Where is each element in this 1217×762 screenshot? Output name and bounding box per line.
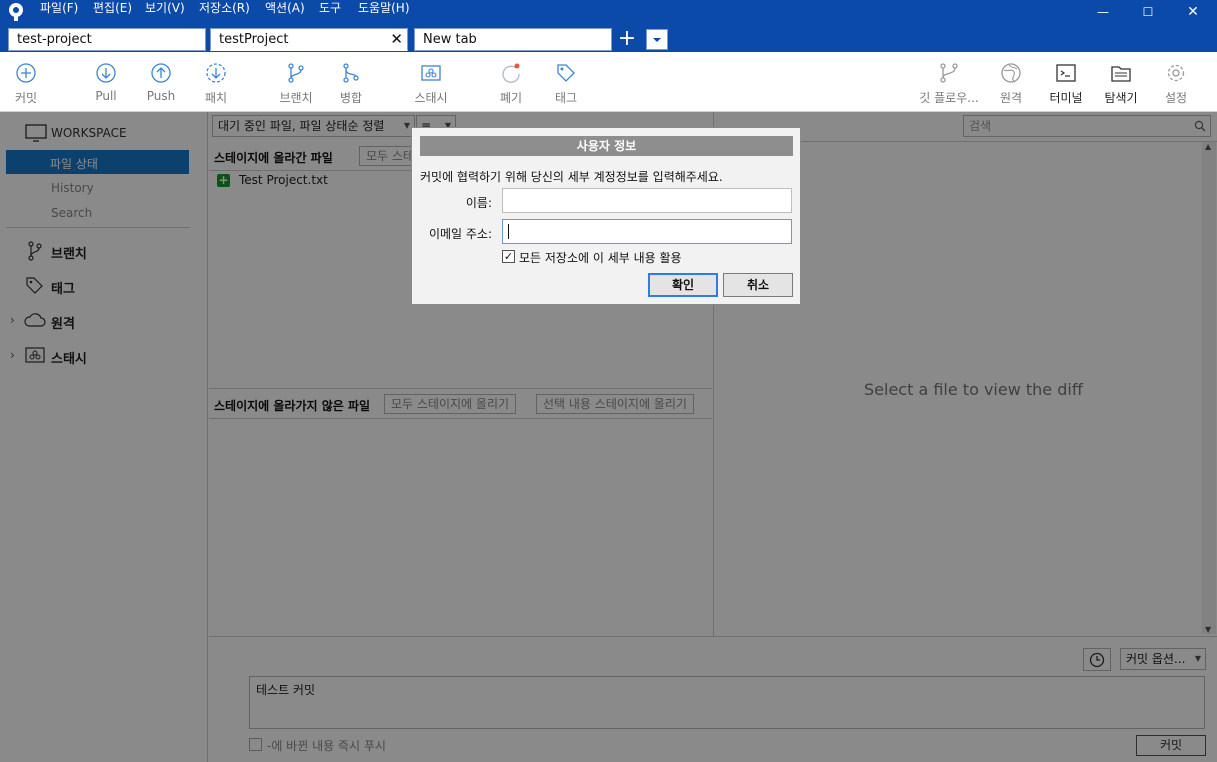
menu-view[interactable]: 보기(V) — [145, 0, 185, 18]
branch-label: 브랜치 — [279, 91, 313, 105]
explorer-toolbar-button[interactable]: 탐색기 — [1099, 52, 1143, 112]
tab-test-project[interactable]: test-project — [8, 28, 206, 51]
fetch-label: 패치 — [204, 91, 228, 105]
menu-file[interactable]: 파일(F) — [40, 0, 78, 18]
terminal-toolbar-button[interactable]: 터미널 — [1045, 52, 1087, 112]
stash-toolbar-button[interactable]: 스태시 — [406, 52, 456, 112]
stash-label: 스태시 — [414, 91, 448, 105]
tab-label: testProject — [219, 32, 289, 47]
discard-label: 폐기 — [499, 91, 523, 105]
minimize-button[interactable]: — — [1080, 0, 1126, 24]
remote-globe-icon — [1001, 63, 1021, 83]
email-label: 이메일 주소: — [428, 227, 492, 241]
fetch-dashed-arrow-icon — [206, 63, 226, 83]
toolbar: 커밋 Pull Push 패치 브랜치 병합 스태시 폐기 태그 깃 플로우..… — [0, 52, 1217, 112]
tab-close-icon[interactable]: ✕ — [390, 29, 403, 50]
tag-toolbar-button[interactable]: 태그 — [546, 52, 586, 112]
discard-refresh-icon — [502, 63, 520, 83]
tag-label: 태그 — [554, 91, 578, 105]
menu-tools[interactable]: 도구 — [319, 0, 341, 18]
menu-help[interactable]: 도움말(H) — [358, 0, 410, 18]
tab-list-dropdown-button[interactable] — [646, 29, 668, 50]
menu-edit[interactable]: 편집(E) — [93, 0, 132, 18]
menu-actions[interactable]: 액션(A) — [265, 0, 305, 18]
cancel-button[interactable]: 취소 — [723, 273, 793, 297]
email-field[interactable] — [502, 219, 792, 244]
name-label: 이름: — [465, 196, 492, 210]
terminal-icon — [1056, 64, 1076, 82]
tab-label: New tab — [423, 32, 477, 47]
tag-icon — [557, 64, 575, 82]
gear-icon — [1167, 64, 1185, 82]
merge-icon — [343, 63, 359, 83]
tab-testproject-active[interactable]: testProject ✕ — [210, 28, 408, 51]
add-tab-button[interactable]: + — [616, 28, 638, 51]
dialog-title: 사용자 정보 — [420, 136, 793, 156]
branch-toolbar-button[interactable]: 브랜치 — [276, 52, 316, 112]
remote-toolbar-button[interactable]: 원격 — [990, 52, 1032, 112]
commit-label: 커밋 — [14, 91, 38, 105]
discard-toolbar-button[interactable]: 폐기 — [491, 52, 531, 112]
commit-toolbar-button[interactable]: 커밋 — [6, 52, 46, 112]
explorer-label: 탐색기 — [1104, 91, 1138, 105]
git-flow-label: 깃 플로우... — [919, 91, 979, 105]
dialog-message: 커밋에 협력하기 위해 당신의 세부 계정정보를 입력해주세요. — [420, 170, 723, 184]
sourcetree-logo-icon[interactable] — [6, 2, 26, 22]
settings-toolbar-button[interactable]: 설정 — [1155, 52, 1197, 112]
push-toolbar-button[interactable]: Push — [141, 52, 181, 112]
use-for-all-repositories-label: 모든 저장소에 이 세부 내용 활용 — [519, 251, 682, 265]
remote-label: 원격 — [999, 91, 1023, 105]
merge-toolbar-button[interactable]: 병합 — [331, 52, 371, 112]
user-info-dialog: 사용자 정보 커밋에 협력하기 위해 당신의 세부 계정정보를 입력해주세요. … — [411, 127, 801, 305]
maximize-button[interactable]: ☐ — [1125, 0, 1171, 24]
push-arrow-up-icon — [151, 63, 171, 83]
tab-label: test-project — [17, 32, 92, 47]
close-window-button[interactable]: ✕ — [1170, 0, 1216, 24]
settings-label: 설정 — [1164, 91, 1188, 105]
git-flow-icon — [940, 63, 958, 83]
pull-toolbar-button[interactable]: Pull — [86, 52, 126, 112]
fetch-toolbar-button[interactable]: 패치 — [196, 52, 236, 112]
pull-label: Pull — [95, 89, 117, 103]
title-bar: 파일(F) 편집(E) 보기(V) 저장소(R) 액션(A) 도구 도움말(H)… — [0, 0, 1217, 52]
pull-arrow-down-icon — [96, 63, 116, 83]
branch-icon — [288, 63, 304, 83]
explorer-folder-icon — [1111, 66, 1131, 82]
commit-plus-icon — [16, 63, 36, 83]
tab-new-tab[interactable]: New tab — [414, 28, 612, 51]
terminal-label: 터미널 — [1049, 91, 1083, 105]
stash-box-icon — [421, 65, 441, 81]
name-field[interactable] — [502, 188, 792, 213]
text-caret — [508, 224, 509, 239]
ok-button[interactable]: 확인 — [648, 273, 718, 297]
menu-repository[interactable]: 저장소(R) — [199, 0, 250, 18]
use-for-all-repositories-checkbox[interactable]: ✓ — [502, 250, 515, 263]
git-flow-toolbar-button[interactable]: 깃 플로우... — [914, 52, 984, 112]
merge-label: 병합 — [339, 91, 363, 105]
push-label: Push — [146, 89, 176, 103]
